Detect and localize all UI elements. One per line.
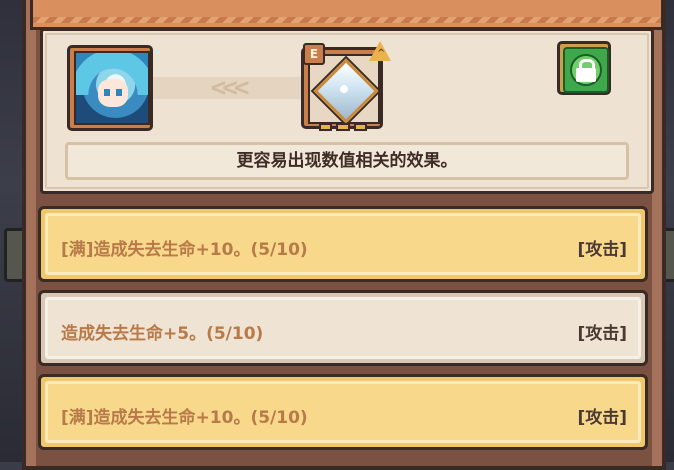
runestone-slots-indicator — [319, 123, 367, 131]
character-eye-right — [116, 89, 122, 96]
effect-row-3[interactable]: [满]造成失去生命+10。(5/10) [攻击] — [38, 374, 648, 450]
crystal-sparkle-icon — [335, 80, 353, 98]
stone-description: 更容易出现数值相关的效果。 — [65, 142, 629, 180]
slot-dot — [319, 123, 333, 131]
transfer-arrow-bar: <<< — [153, 73, 303, 103]
effect-row-2[interactable]: 造成失去生命+5。(5/10) [攻击] — [38, 290, 648, 366]
character-face — [98, 79, 128, 107]
stone-info-box: <<< E ^ 更容易出现数值相关的效果。 — [40, 28, 654, 194]
transfer-arrows-icon: <<< — [210, 73, 250, 103]
effect-tag: [攻击] — [577, 324, 627, 344]
effect-text: [满]造成失去生命+10。(5/10) — [61, 240, 308, 260]
title-banner — [30, 0, 664, 30]
slot-dot — [336, 123, 350, 131]
effect-tag: [攻击] — [577, 240, 627, 260]
effect-row-1[interactable]: [满]造成失去生命+10。(5/10) [攻击] — [38, 206, 648, 282]
effect-text: 造成失去生命+5。(5/10) — [61, 324, 264, 344]
character-slot[interactable] — [67, 45, 153, 131]
slot-dot — [353, 123, 367, 131]
character-eye-left — [104, 89, 110, 96]
lock-button[interactable] — [557, 41, 611, 95]
character-portrait — [74, 51, 150, 125]
lock-body-icon — [576, 68, 596, 82]
grade-badge: E — [303, 43, 325, 65]
effect-text: [满]造成失去生命+10。(5/10) — [61, 408, 308, 428]
lock-button-face — [563, 47, 609, 93]
tier-mark: ^ — [377, 48, 386, 59]
effect-tag: [攻击] — [577, 408, 627, 428]
